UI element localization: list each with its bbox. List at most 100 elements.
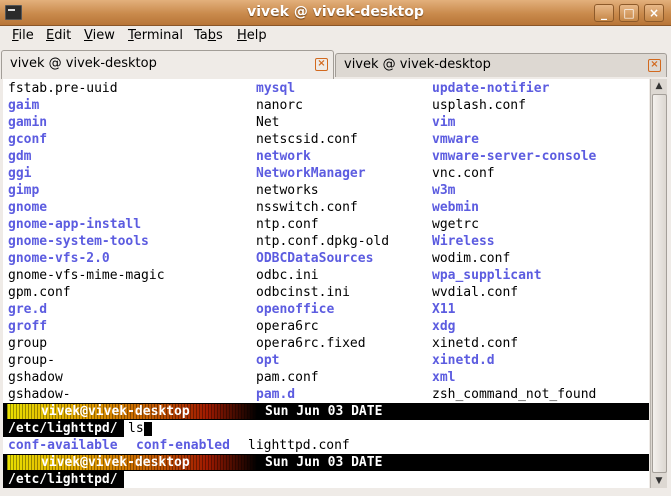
prompt-user-host: vivek@vivek-desktop bbox=[41, 404, 190, 419]
minimize-button[interactable]: _ bbox=[594, 4, 614, 22]
prompt-date: Sun Jun 03 DATE bbox=[265, 455, 383, 470]
directory-entry: gamin bbox=[8, 115, 48, 130]
directory-entry: gnome-system-tools bbox=[8, 234, 149, 249]
file-entry: xinetd.conf bbox=[432, 336, 519, 351]
file-entry: gpm.conf bbox=[8, 285, 71, 300]
directory-entry: gimp bbox=[8, 183, 40, 198]
directory-entry: ggi bbox=[8, 166, 32, 181]
command-input[interactable]: ls bbox=[124, 420, 649, 437]
file-entry: wodim.conf bbox=[432, 251, 511, 266]
file-entry: ntp.conf bbox=[256, 217, 319, 232]
listing-row: gpm.conf odbcinst.ini wvdial.conf bbox=[3, 284, 649, 301]
directory-entry: conf-enabled bbox=[136, 438, 230, 453]
listing-row: gnome-system-tools ntp.conf.dpkg-old Wirel… bbox=[3, 233, 649, 250]
menu-bar: File Edit View Terminal Tabs Help bbox=[0, 26, 671, 47]
title-bar[interactable]: vivek @ vivek-desktop _ □ × bbox=[0, 0, 671, 26]
file-entry: pam.conf bbox=[256, 370, 319, 385]
listing-row: gnome-app-install ntp.conf wgetrc bbox=[3, 216, 649, 233]
prompt-date: Sun Jun 03 DATE bbox=[265, 404, 383, 419]
directory-entry: X11 bbox=[432, 302, 456, 317]
directory-entry: mysql bbox=[256, 81, 296, 96]
file-entry: Net bbox=[256, 115, 280, 130]
maximize-button[interactable]: □ bbox=[619, 4, 639, 22]
directory-entry: gconf bbox=[8, 132, 48, 147]
scroll-up-icon[interactable]: ▲ bbox=[651, 79, 667, 93]
menu-terminal[interactable]: Terminal bbox=[128, 28, 183, 43]
directory-entry: gdm bbox=[8, 149, 32, 164]
listing-row: gshadow pam.conf xml bbox=[3, 369, 649, 386]
directory-entry: NetworkManager bbox=[256, 166, 366, 181]
scrollbar[interactable]: ▲ ▼ bbox=[650, 79, 667, 488]
file-entry: netscsid.conf bbox=[256, 132, 358, 147]
file-entry: group bbox=[8, 336, 48, 351]
file-entry: opera6rc bbox=[256, 319, 319, 334]
scroll-down-icon[interactable]: ▼ bbox=[651, 474, 667, 488]
listing-row: groff opera6rc xdg bbox=[3, 318, 649, 335]
listing-row: gre.d openoffice X11 bbox=[3, 301, 649, 318]
close-button[interactable]: × bbox=[644, 4, 664, 22]
listing-row: fstab.pre-uuid mysql update-notifier bbox=[3, 80, 649, 97]
listing-row: gnome-vfs-mime-magic odbc.ini wpa_supplica… bbox=[3, 267, 649, 284]
file-entry: usplash.conf bbox=[432, 98, 526, 113]
file-entry: wgetrc bbox=[432, 217, 479, 232]
directory-entry: gnome-vfs-2.0 bbox=[8, 251, 110, 266]
prompt-user-host: vivek@vivek-desktop bbox=[41, 455, 190, 470]
file-entry: lighttpd.conf bbox=[248, 438, 350, 453]
menu-view[interactable]: View bbox=[84, 28, 115, 43]
tab-terminal-2[interactable]: vivek @ vivek-desktop × bbox=[335, 53, 667, 77]
directory-entry: wpa_supplicant bbox=[432, 268, 542, 283]
scroll-thumb[interactable] bbox=[652, 94, 667, 473]
command-input[interactable] bbox=[124, 471, 649, 488]
menu-edit[interactable]: Edit bbox=[46, 28, 71, 43]
file-entry: wvdial.conf bbox=[432, 285, 519, 300]
directory-entry: xdg bbox=[432, 319, 456, 334]
file-entry: gshadow bbox=[8, 370, 63, 385]
file-entry: ntp.conf.dpkg-old bbox=[256, 234, 390, 249]
directory-entry: gnome-app-install bbox=[8, 217, 142, 232]
listing-row: gimp networks w3m bbox=[3, 182, 649, 199]
ls-output-row: conf-available conf-enabled lighttpd.conf bbox=[3, 437, 649, 454]
directory-entry: w3m bbox=[432, 183, 456, 198]
directory-entry: opt bbox=[256, 353, 280, 368]
file-entry: group- bbox=[8, 353, 55, 368]
terminal-output[interactable]: fstab.pre-uuid mysql update-notifier gaim na… bbox=[3, 79, 649, 488]
menu-tabs[interactable]: Tabs bbox=[194, 28, 223, 43]
menu-help[interactable]: Help bbox=[237, 28, 267, 43]
file-entry: nanorc bbox=[256, 98, 303, 113]
file-entry: nsswitch.conf bbox=[256, 200, 358, 215]
window-title: vivek @ vivek-desktop bbox=[247, 4, 424, 20]
listing-row: group opera6rc.fixed xinetd.conf bbox=[3, 335, 649, 352]
listing-row: group-opt xinetd.d bbox=[3, 352, 649, 369]
file-entry: zsh_command_not_found bbox=[432, 387, 597, 402]
file-entry: odbcinst.ini bbox=[256, 285, 350, 300]
file-entry: vnc.conf bbox=[432, 166, 495, 181]
listing-row: gshadow-pam.d zsh_command_not_found bbox=[3, 386, 649, 403]
menu-file[interactable]: File bbox=[12, 28, 34, 43]
tab-close-icon[interactable]: × bbox=[315, 58, 328, 71]
directory-entry: update-notifier bbox=[432, 81, 550, 96]
directory-entry: vmware-server-console bbox=[432, 149, 597, 164]
text-cursor bbox=[144, 422, 152, 436]
directory-entry: gaim bbox=[8, 98, 40, 113]
directory-entry: xml bbox=[432, 370, 456, 385]
tab-terminal-1[interactable]: vivek @ vivek-desktop × bbox=[1, 50, 334, 79]
tab-label: vivek @ vivek-desktop bbox=[10, 56, 157, 71]
command-text: ls bbox=[128, 421, 144, 436]
prompt-bar: vivek@vivek-desktop Sun Jun 03 DATE bbox=[3, 403, 649, 420]
directory-entry: ODBCDataSources bbox=[256, 251, 374, 266]
terminal-window: vivek @ vivek-desktop _ □ × File Edit View… bbox=[0, 0, 671, 496]
tab-close-icon[interactable]: × bbox=[648, 59, 661, 72]
directory-entry: conf-available bbox=[8, 438, 118, 453]
command-line[interactable]: /etc/lighttpd/ls bbox=[3, 420, 649, 437]
directory-entry: webmin bbox=[432, 200, 479, 215]
file-entry: fstab.pre-uuid bbox=[8, 81, 118, 96]
directory-entry: groff bbox=[8, 319, 48, 334]
listing-row: gconf netscsid.conf vmware bbox=[3, 131, 649, 148]
command-line[interactable]: /etc/lighttpd/ bbox=[3, 471, 649, 488]
file-entry: gshadow- bbox=[8, 387, 71, 402]
listing-row: gaim nanorc usplash.conf bbox=[3, 97, 649, 114]
tab-label: vivek @ vivek-desktop bbox=[344, 57, 491, 72]
directory-entry: gnome bbox=[8, 200, 48, 215]
directory-entry: gre.d bbox=[8, 302, 48, 317]
file-entry: gnome-vfs-mime-magic bbox=[8, 268, 165, 283]
